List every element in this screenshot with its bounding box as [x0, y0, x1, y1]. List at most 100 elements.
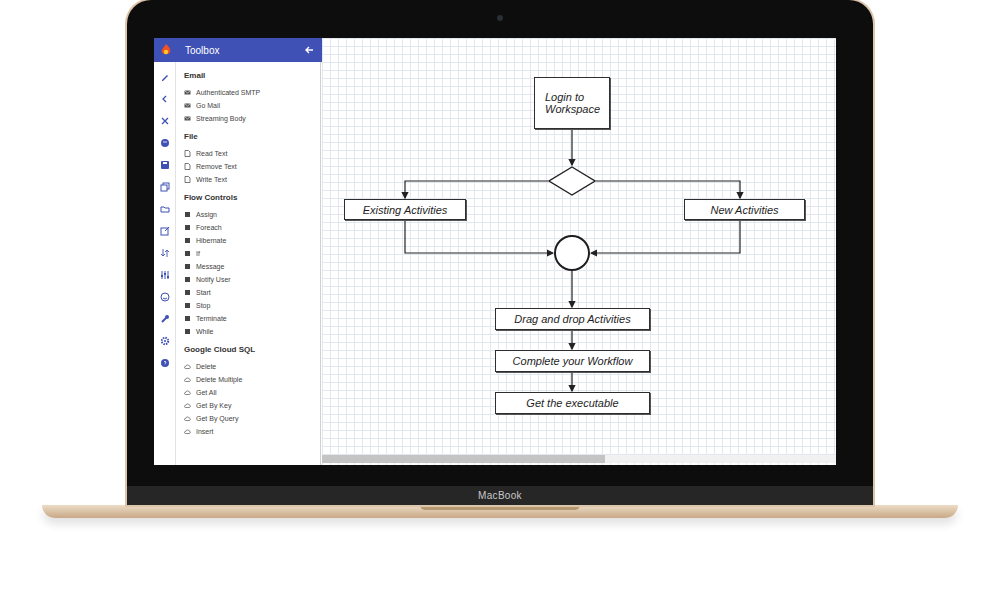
item-label: Streaming Body	[196, 115, 246, 122]
sliders-icon	[160, 270, 170, 280]
decision-node[interactable]	[548, 166, 596, 196]
toolbox-item[interactable]: If	[184, 247, 320, 260]
flow-icon	[184, 250, 191, 257]
tool-button[interactable]	[160, 198, 170, 220]
toolbox-list: EmailAuthenticated SMTP Go Mail Streaming …	[176, 62, 321, 465]
toolbox-item[interactable]: While	[184, 325, 320, 338]
toolbox-item[interactable]: Delete	[184, 360, 320, 373]
scrollbar-thumb[interactable]	[322, 455, 605, 463]
tool-strip	[154, 62, 176, 465]
tool-button[interactable]	[160, 242, 170, 264]
toolbox-item[interactable]: Go Mail	[184, 99, 320, 112]
item-label: Start	[196, 289, 211, 296]
toolbox-title: Toolbox	[185, 45, 304, 56]
cloud-icon	[184, 428, 191, 435]
flow-icon	[184, 224, 191, 231]
copy-icon	[160, 182, 170, 192]
item-label: Assign	[196, 211, 217, 218]
process-node[interactable]: New Activities	[684, 199, 805, 220]
flow-icon	[184, 211, 191, 218]
item-label: Go Mail	[196, 102, 220, 109]
help-icon	[160, 358, 170, 368]
process-node[interactable]: Existing Activities	[344, 199, 466, 220]
item-label: Stop	[196, 302, 210, 309]
tool-button[interactable]	[160, 264, 170, 286]
laptop-mockup: Toolbox EmailAuthenticated SMTP Go Mail Str…	[0, 0, 1000, 518]
node-label: Login to Workspace	[545, 91, 605, 115]
file-icon	[184, 150, 191, 157]
item-label: Write Text	[196, 176, 227, 183]
toolbox-item[interactable]: Hibernate	[184, 234, 320, 247]
toolbox-item[interactable]: Start	[184, 286, 320, 299]
tool-button[interactable]	[160, 66, 170, 88]
gear-icon	[160, 336, 170, 346]
item-label: Insert	[196, 428, 214, 435]
tool-button[interactable]	[160, 286, 170, 308]
cloud-icon	[184, 376, 191, 383]
toolbox-item[interactable]: Authenticated SMTP	[184, 86, 320, 99]
toolbox-item[interactable]: Remove Text	[184, 160, 320, 173]
section-title: File	[184, 125, 320, 147]
toolbox-item[interactable]: Terminate	[184, 312, 320, 325]
tool-button[interactable]	[160, 110, 170, 132]
section-title: Flow Controls	[184, 186, 320, 208]
tool-button[interactable]	[160, 330, 170, 352]
tool-button[interactable]	[160, 308, 170, 330]
section-title: Google Cloud SQL	[184, 338, 320, 360]
toolbox-panel: Toolbox EmailAuthenticated SMTP Go Mail Str…	[154, 38, 322, 465]
sort-icon	[160, 248, 170, 258]
process-node[interactable]: Get the executable	[495, 392, 650, 414]
toolbox-item[interactable]: Delete Multiple	[184, 373, 320, 386]
toolbox-item[interactable]: Get All	[184, 386, 320, 399]
globe-icon	[160, 138, 170, 148]
process-node[interactable]: Drag and drop Activities	[495, 308, 650, 330]
open-external-icon	[160, 226, 170, 236]
diamond-shape	[548, 166, 596, 196]
toolbox-item[interactable]: Foreach	[184, 221, 320, 234]
flow-icon	[184, 315, 191, 322]
file-icon	[184, 176, 191, 183]
item-label: If	[196, 250, 200, 257]
section-title: Email	[184, 64, 320, 86]
toolbox-item[interactable]: Insert	[184, 425, 320, 438]
item-label: Terminate	[196, 315, 227, 322]
wrench-icon	[160, 314, 170, 324]
process-node[interactable]: Complete your Workflow	[495, 350, 650, 372]
toolbox-item[interactable]: Write Text	[184, 173, 320, 186]
toolbox-item[interactable]: Get By Query	[184, 412, 320, 425]
item-label: Remove Text	[196, 163, 237, 170]
laptop-base	[42, 505, 958, 518]
back-arrow-icon[interactable]	[304, 45, 314, 55]
toolbox-item[interactable]: Message	[184, 260, 320, 273]
item-label: Get By Key	[196, 402, 231, 409]
item-label: Notify User	[196, 276, 231, 283]
tool-button[interactable]	[160, 154, 170, 176]
toolbox-item[interactable]: Assign	[184, 208, 320, 221]
cloud-icon	[184, 363, 191, 370]
base-notch	[420, 505, 580, 510]
item-label: Delete Multiple	[196, 376, 242, 383]
tool-button[interactable]	[160, 220, 170, 242]
tool-button[interactable]	[160, 132, 170, 154]
app-window: Toolbox EmailAuthenticated SMTP Go Mail Str…	[154, 38, 836, 465]
process-node[interactable]: Login to Workspace	[534, 77, 610, 129]
toolbox-item[interactable]: Notify User	[184, 273, 320, 286]
tool-button[interactable]	[160, 176, 170, 198]
horizontal-scrollbar[interactable]	[322, 455, 836, 463]
junction-node[interactable]	[554, 235, 590, 271]
tool-button[interactable]	[160, 352, 170, 374]
toolbox-item[interactable]: Read Text	[184, 147, 320, 160]
edit-icon	[160, 72, 170, 82]
cloud-icon	[184, 389, 191, 396]
diagram-canvas[interactable]: Login to Workspace Existing Activities New…	[322, 38, 836, 465]
node-label: Complete your Workflow	[513, 355, 633, 367]
toolbox-item[interactable]: Get By Key	[184, 399, 320, 412]
bezel	[127, 465, 873, 486]
cloud-icon	[184, 402, 191, 409]
toolbox-item[interactable]: Streaming Body	[184, 112, 320, 125]
flow-icon	[184, 302, 191, 309]
camera-icon	[497, 15, 503, 21]
item-label: Foreach	[196, 224, 222, 231]
tool-button[interactable]	[160, 88, 170, 110]
toolbox-item[interactable]: Stop	[184, 299, 320, 312]
